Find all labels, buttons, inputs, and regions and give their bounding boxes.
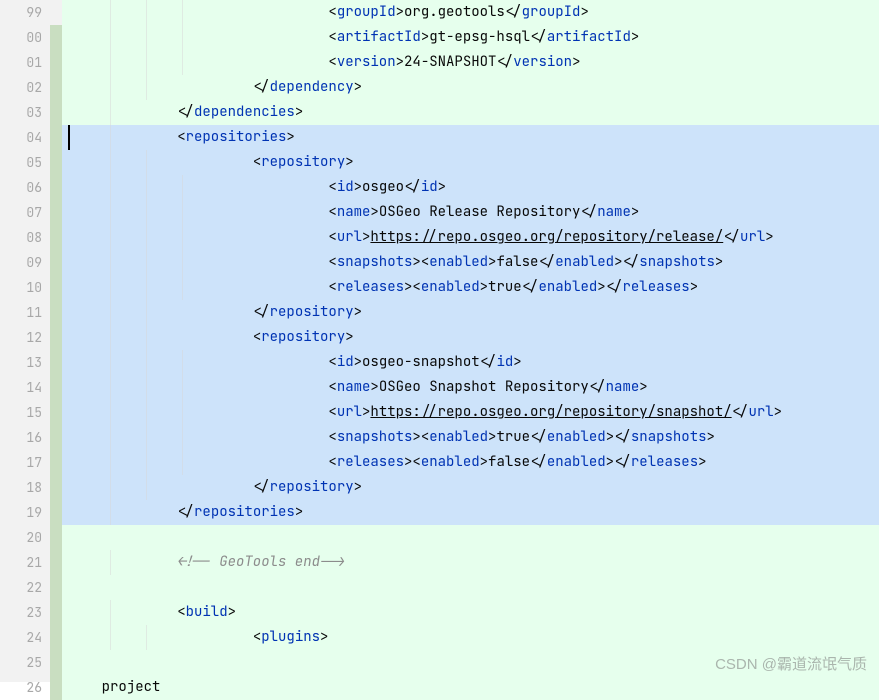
- line-number: 10: [0, 275, 42, 300]
- vcs-marker: [50, 200, 62, 225]
- vcs-marker: [50, 125, 62, 150]
- vcs-marker: [50, 75, 62, 100]
- code-line[interactable]: <repository>: [62, 150, 879, 175]
- vcs-marker: [50, 150, 62, 175]
- line-number: 00: [0, 25, 42, 50]
- vcs-marker: [50, 400, 62, 425]
- vcs-marker: [50, 25, 62, 50]
- vcs-marker: [50, 300, 62, 325]
- vcs-marker: [50, 250, 62, 275]
- line-number: 21: [0, 550, 42, 575]
- code-line[interactable]: </repository>: [62, 475, 879, 500]
- text-caret: [68, 125, 70, 150]
- code-editor[interactable]: 9900010203040506070809101112131415161718…: [0, 0, 879, 682]
- vcs-marker: [50, 275, 62, 300]
- vcs-marker: [50, 475, 62, 500]
- code-line[interactable]: <id>osgeo</id>: [62, 175, 879, 200]
- line-number: 08: [0, 225, 42, 250]
- vcs-marker: [50, 675, 62, 700]
- line-number: 13: [0, 350, 42, 375]
- code-line[interactable]: [62, 575, 879, 600]
- line-number: 26: [0, 675, 42, 700]
- vcs-marker: [50, 600, 62, 625]
- line-number: 22: [0, 575, 42, 600]
- code-area[interactable]: <groupId>org.geotools</groupId> <artifac…: [62, 0, 879, 682]
- line-number: 12: [0, 325, 42, 350]
- code-line[interactable]: [62, 650, 879, 675]
- line-number: 16: [0, 425, 42, 450]
- line-number-gutter: 9900010203040506070809101112131415161718…: [0, 0, 50, 682]
- vcs-marker: [50, 350, 62, 375]
- vcs-marker: [50, 650, 62, 675]
- vcs-marker: [50, 425, 62, 450]
- code-line[interactable]: <name>OSGeo Release Repository</name>: [62, 200, 879, 225]
- line-number: 03: [0, 100, 42, 125]
- vcs-marker: [50, 575, 62, 600]
- line-number: 24: [0, 625, 42, 650]
- line-number: 17: [0, 450, 42, 475]
- vcs-marker: [50, 525, 62, 550]
- vcs-marker: [50, 450, 62, 475]
- vcs-marker: [50, 325, 62, 350]
- line-number: 14: [0, 375, 42, 400]
- code-line[interactable]: <snapshots><enabled>false</enabled></sna…: [62, 250, 879, 275]
- line-number: 25: [0, 650, 42, 675]
- code-line[interactable]: <build>: [62, 600, 879, 625]
- code-line[interactable]: <snapshots><enabled>true</enabled></snap…: [62, 425, 879, 450]
- code-line[interactable]: <plugins>: [62, 625, 879, 650]
- code-line[interactable]: </repositories>: [62, 500, 879, 525]
- line-number: 04: [0, 125, 42, 150]
- line-number: 07: [0, 200, 42, 225]
- line-number: 11: [0, 300, 42, 325]
- line-number: 15: [0, 400, 42, 425]
- vcs-marker: [50, 175, 62, 200]
- code-line[interactable]: <version>24-SNAPSHOT</version>: [62, 50, 879, 75]
- vcs-marker: [50, 625, 62, 650]
- line-number: 99: [0, 0, 42, 25]
- code-line[interactable]: <releases><enabled>true</enabled></relea…: [62, 275, 879, 300]
- line-number: 06: [0, 175, 42, 200]
- code-line[interactable]: <releases><enabled>false</enabled></rele…: [62, 450, 879, 475]
- code-line[interactable]: <name>OSGeo Snapshot Repository</name>: [62, 375, 879, 400]
- code-line[interactable]: <artifactId>gt-epsg-hsql</artifactId>: [62, 25, 879, 50]
- code-line[interactable]: <id>osgeo-snapshot</id>: [62, 350, 879, 375]
- line-number: 18: [0, 475, 42, 500]
- vcs-marker: [50, 500, 62, 525]
- line-number: 09: [0, 250, 42, 275]
- code-line[interactable]: [62, 525, 879, 550]
- line-number: 02: [0, 75, 42, 100]
- line-number: 05: [0, 150, 42, 175]
- vcs-marker: [50, 550, 62, 575]
- code-line[interactable]: <!-- GeoTools end-->: [62, 550, 879, 575]
- code-line[interactable]: </dependency>: [62, 75, 879, 100]
- vcs-marker: [50, 225, 62, 250]
- line-number: 01: [0, 50, 42, 75]
- code-line[interactable]: <url>https://repo.osgeo.org/repository/r…: [62, 225, 879, 250]
- code-line[interactable]: <repository>: [62, 325, 879, 350]
- code-line[interactable]: </repository>: [62, 300, 879, 325]
- code-line[interactable]: <url>https://repo.osgeo.org/repository/s…: [62, 400, 879, 425]
- vcs-marker: [50, 50, 62, 75]
- vcs-marker: [50, 0, 62, 25]
- code-line[interactable]: project: [62, 675, 879, 700]
- code-line[interactable]: </dependencies>: [62, 100, 879, 125]
- vcs-marker: [50, 100, 62, 125]
- vcs-gutter: [50, 0, 62, 682]
- code-line[interactable]: <repositories>: [62, 125, 879, 150]
- code-line[interactable]: <groupId>org.geotools</groupId>: [62, 0, 879, 25]
- line-number: 20: [0, 525, 42, 550]
- line-number: 23: [0, 600, 42, 625]
- line-number: 19: [0, 500, 42, 525]
- vcs-marker: [50, 375, 62, 400]
